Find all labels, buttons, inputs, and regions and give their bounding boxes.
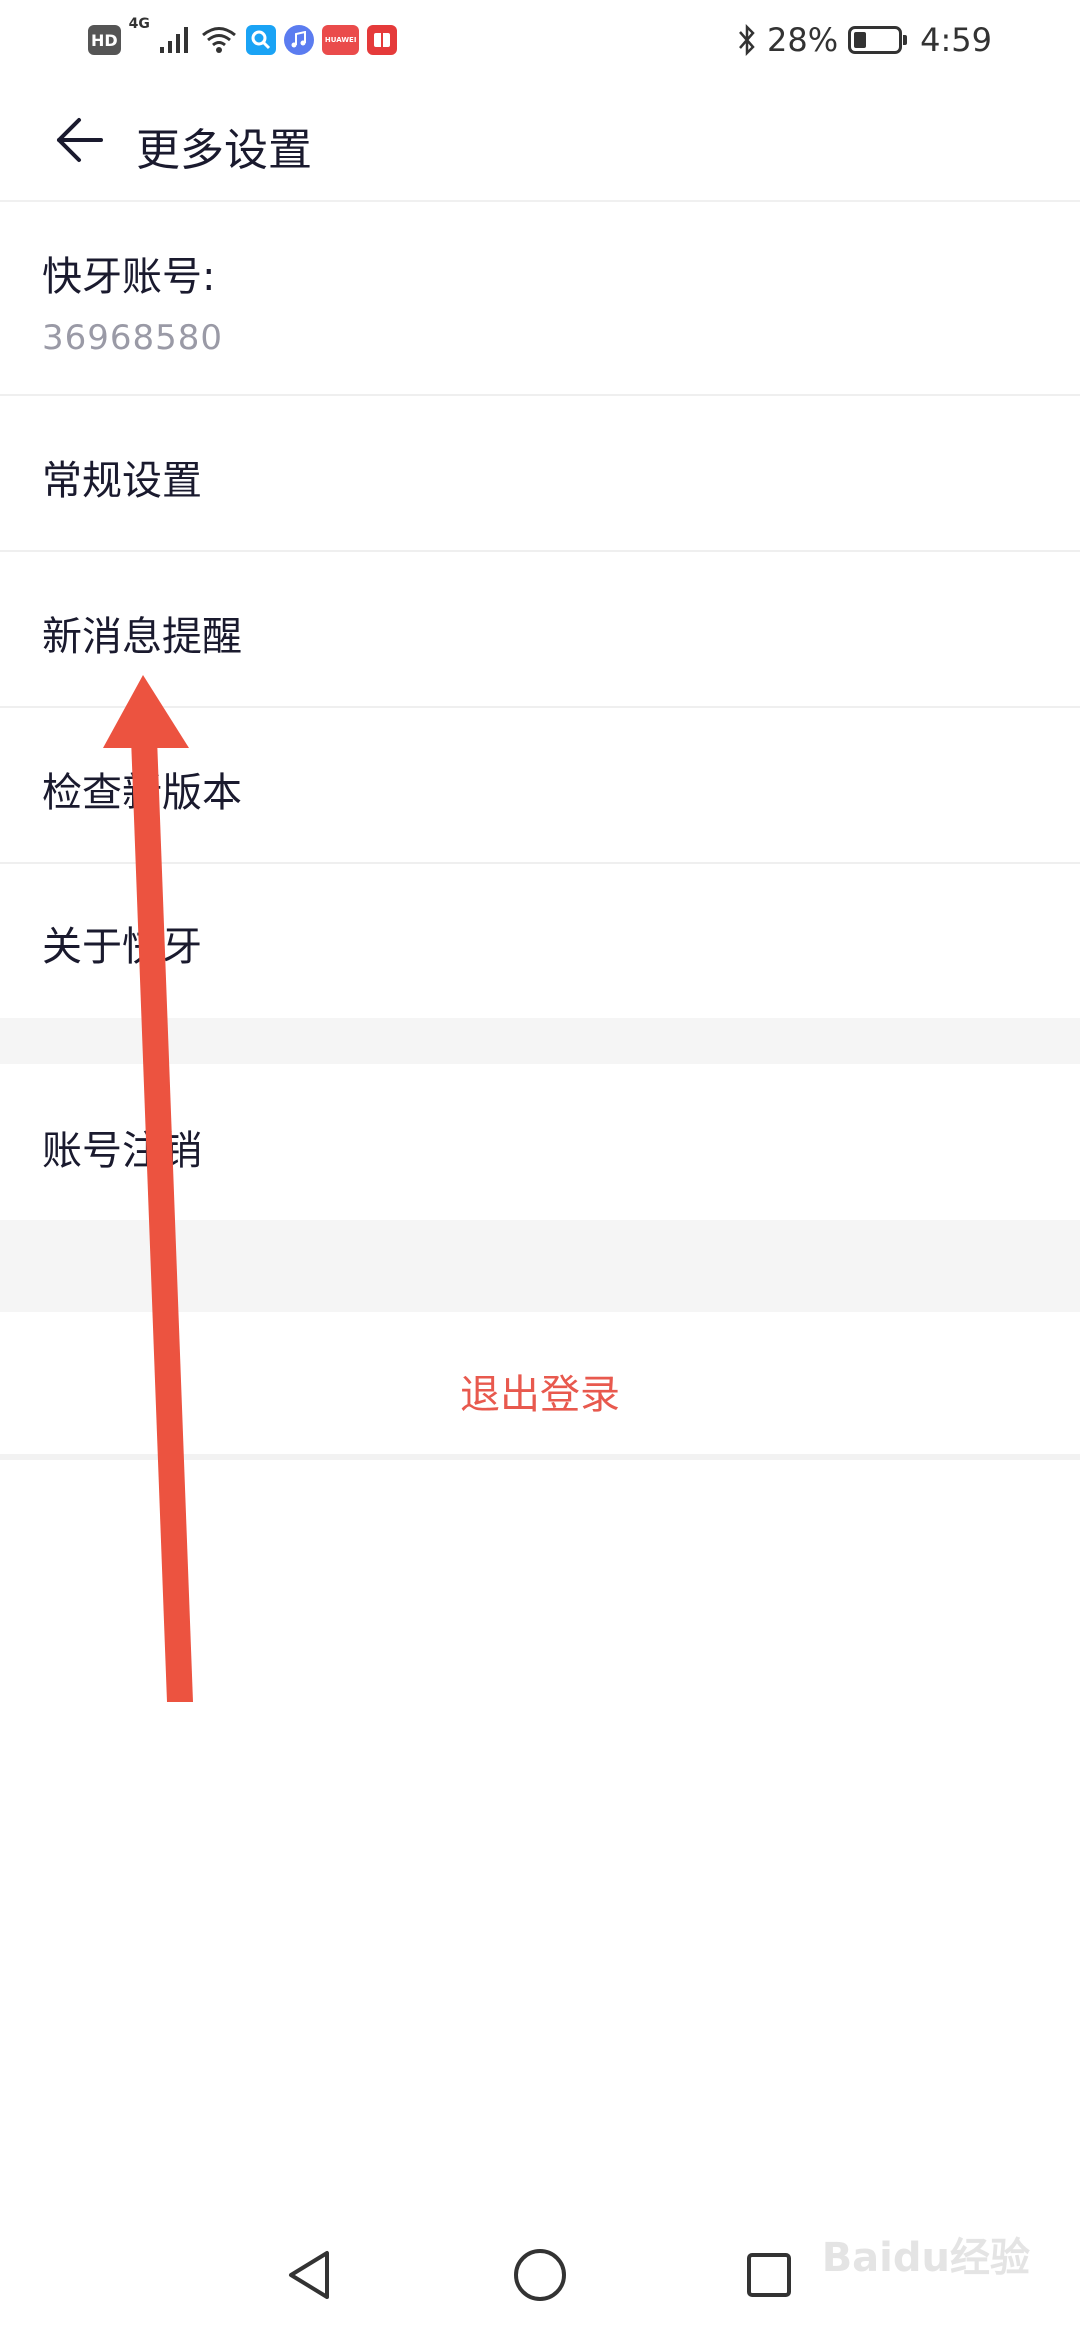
square-recents-icon (747, 2253, 791, 2297)
menu-item-label: 常规设置 (42, 458, 202, 504)
menu-item-account-cancel[interactable]: 账号注销 (0, 1064, 1080, 1220)
menu-item-label: 关于快牙 (42, 924, 202, 970)
signal-icon (159, 27, 188, 53)
battery-icon (848, 26, 908, 54)
circle-home-icon (514, 2249, 566, 2301)
section-divider (0, 1018, 1080, 1064)
menu-item-label: 新消息提醒 (42, 614, 242, 660)
hd-icon: HD (88, 25, 121, 55)
back-button[interactable] (40, 108, 120, 172)
menu-item-general-settings[interactable]: 常规设置 (0, 396, 1080, 552)
arrow-left-icon (57, 118, 103, 162)
bluetooth-icon (739, 23, 755, 57)
account-row: 快牙账号: 36968580 (0, 200, 1080, 396)
triangle-back-icon (289, 2251, 329, 2299)
menu-item-label: 账号注销 (42, 1128, 202, 1174)
network-type: 4G (128, 16, 150, 32)
menu-item-new-message-alert[interactable]: 新消息提醒 (0, 552, 1080, 708)
music-app-icon (283, 25, 314, 55)
section-divider (0, 1220, 1080, 1312)
search-app-icon (245, 25, 276, 55)
account-label: 快牙账号: (42, 254, 216, 300)
status-bar: HD 4G HUAWEI 28% 4:59 (0, 0, 1080, 80)
logout-label: 退出登录 (460, 1372, 620, 1418)
menu-item-check-update[interactable]: 检查新版本 (0, 708, 1080, 864)
nav-recents-button[interactable] (724, 2230, 814, 2320)
menu-item-label: 检查新版本 (42, 770, 242, 816)
nav-back-button[interactable] (266, 2230, 356, 2320)
clock: 4:59 (920, 21, 992, 59)
account-number: 36968580 (42, 318, 224, 358)
battery-percent: 28% (767, 21, 839, 59)
status-bar-right: 28% 4:59 (737, 18, 992, 62)
battery-level (854, 32, 867, 48)
baidu-watermark: Baidu经验 (821, 2235, 1030, 2281)
menu-item-about[interactable]: 关于快牙 (0, 864, 1080, 1018)
app-header: 更多设置 (0, 80, 1080, 202)
wifi-icon (201, 27, 236, 53)
logout-button[interactable]: 退出登录 (0, 1312, 1080, 1460)
page-title: 更多设置 (136, 125, 312, 176)
book-app-icon (367, 25, 398, 55)
nav-home-button[interactable] (495, 2230, 585, 2320)
huawei-app-icon: HUAWEI (321, 25, 360, 55)
status-bar-left: HD 4G HUAWEI (88, 16, 398, 60)
